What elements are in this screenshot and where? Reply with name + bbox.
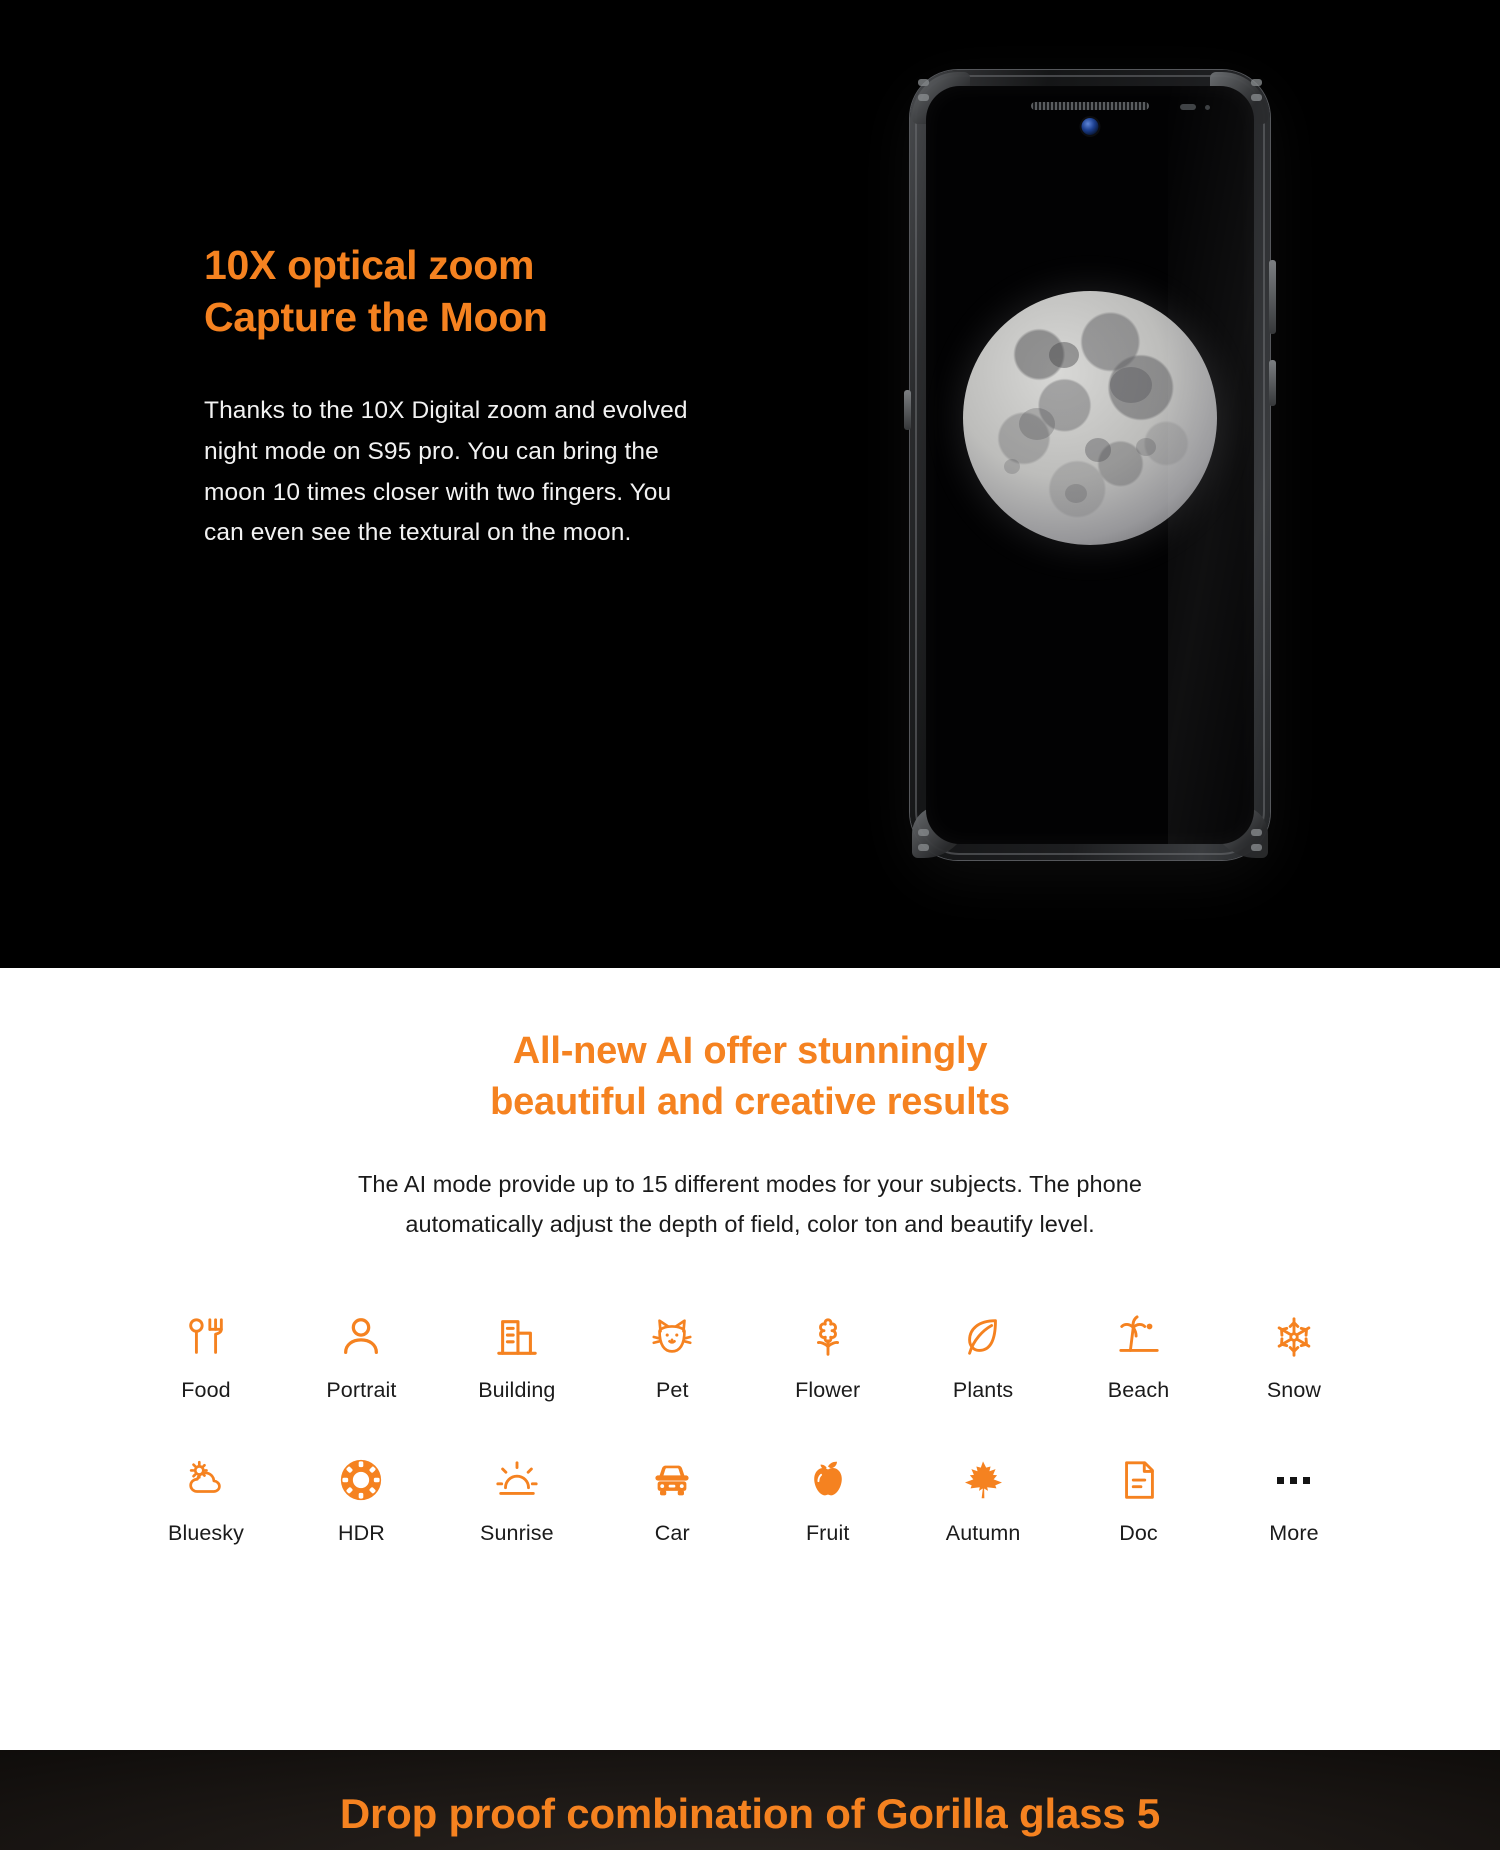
ai-mode-flower[interactable]: Flower [772,1310,884,1403]
ai-mode-label: Bluesky [168,1521,244,1545]
flower-icon [805,1310,851,1364]
ai-mode-doc[interactable]: Doc [1083,1453,1195,1546]
ai-subtitle-line-2: automatically adjust the depth of field,… [405,1210,1095,1237]
ai-mode-sunrise[interactable]: Sunrise [461,1453,573,1546]
ai-mode-portrait[interactable]: Portrait [305,1310,417,1403]
cat-face-icon [649,1310,695,1364]
ai-mode-label: Fruit [805,1521,850,1545]
ai-mode-label: Food [181,1378,231,1402]
phone-power-button[interactable] [1269,360,1276,406]
ellipsis-icon [1277,1453,1311,1507]
phone-custom-key[interactable] [904,390,911,430]
ai-mode-car[interactable]: Car [616,1453,728,1546]
ai-mode-label: Sunrise [480,1521,554,1545]
snowflake-icon [1271,1310,1317,1364]
ai-mode-row-1: Food Portrait Building Pet Flower Plants… [150,1310,1350,1403]
ai-mode-label: Building [478,1378,556,1402]
ai-mode-label: More [1269,1521,1319,1545]
leaf-icon [960,1310,1006,1364]
ai-mode-label: Car [654,1521,690,1545]
ai-mode-label: Portrait [326,1378,397,1402]
person-icon [338,1310,384,1364]
phone-screen[interactable] [926,86,1254,844]
hero-title: 10X optical zoom Capture the Moon [204,240,744,343]
car-front-icon [649,1453,695,1507]
ai-mode-food[interactable]: Food [150,1310,262,1403]
apple-icon [805,1453,851,1507]
ai-subtitle-line-1: The AI mode provide up to 15 different m… [358,1171,1142,1198]
ai-mode-bluesky[interactable]: Bluesky [150,1453,262,1546]
ai-mode-label: Pet [655,1378,689,1402]
phone-volume-button[interactable] [1269,260,1276,334]
earpiece-speaker-icon [1031,102,1149,110]
palm-tree-icon [1116,1310,1162,1364]
drop-proof-section: Drop proof combination of Gorilla glass … [0,1750,1500,1850]
hero-body-text: Thanks to the 10X Digital zoom and evolv… [204,397,688,547]
ai-modes-section: All-new AI offer stunningly beautiful an… [0,968,1500,1750]
ai-title-line-2: beautiful and creative results [490,1080,1010,1123]
ai-title-line-1: All-new AI offer stunningly [512,1030,988,1072]
drop-proof-title: Drop proof combination of Gorilla glass … [339,1790,1161,1837]
aperture-icon [338,1453,384,1507]
ai-mode-label: Plants [952,1378,1014,1402]
sun-behind-cloud-icon [183,1453,229,1507]
hero-copy-block: 10X optical zoom Capture the Moon Thanks… [204,240,744,554]
ai-mode-autumn[interactable]: Autumn [927,1453,1039,1546]
screen-glare [1168,86,1254,844]
hero-title-line-2: Capture the Moon [204,293,548,340]
ai-mode-label: Doc [1119,1521,1158,1545]
sunrise-icon [494,1453,540,1507]
ai-mode-label: Flower [795,1378,861,1402]
ai-mode-label: Autumn [945,1521,1021,1545]
ai-mode-pet[interactable]: Pet [616,1310,728,1403]
ai-mode-plants[interactable]: Plants [927,1310,1039,1403]
phone-device [900,60,1280,870]
ai-mode-building[interactable]: Building [461,1310,573,1403]
ai-mode-row-2: Bluesky HDR Sunrise Car Fruit Autumn Doc… [150,1453,1350,1546]
ai-mode-beach[interactable]: Beach [1083,1310,1195,1403]
maple-leaf-icon [960,1453,1006,1507]
building-icon [494,1310,540,1364]
document-icon [1116,1453,1162,1507]
ai-mode-more[interactable]: More [1238,1453,1350,1546]
ai-mode-grid: Food Portrait Building Pet Flower Plants… [0,1310,1500,1546]
ai-mode-hdr[interactable]: HDR [305,1453,417,1546]
ai-mode-label: Snow [1266,1378,1322,1402]
ai-mode-label: HDR [337,1521,385,1545]
ai-mode-label: Beach [1107,1378,1170,1402]
hero-section: 10X optical zoom Capture the Moon Thanks… [0,0,1500,968]
hero-title-line-1: 10X optical zoom [204,242,535,288]
ai-section-subtitle: The AI mode provide up to 15 different m… [0,1165,1500,1244]
ai-mode-fruit[interactable]: Fruit [772,1453,884,1546]
ai-section-title: All-new AI offer stunningly beautiful an… [0,1026,1500,1127]
ai-mode-snow[interactable]: Snow [1238,1310,1350,1403]
front-camera-icon [1081,118,1099,135]
fork-spoon-icon [183,1310,229,1364]
